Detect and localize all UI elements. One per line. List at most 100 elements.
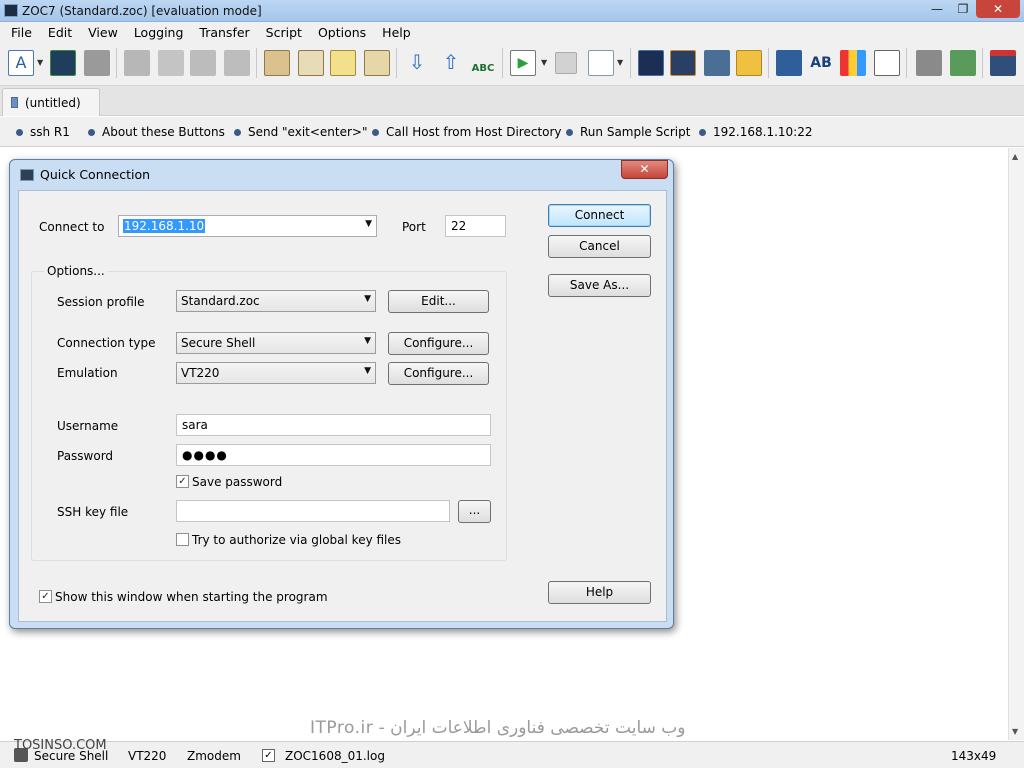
session-profile-select[interactable]: Standard.zoc ▼ (176, 290, 376, 312)
save-password-checkbox[interactable]: ✓ (176, 475, 189, 488)
minimize-button[interactable]: — (924, 0, 950, 18)
session-icon (11, 97, 18, 108)
tools-icon[interactable] (916, 50, 942, 76)
menu-transfer[interactable]: Transfer (191, 25, 257, 40)
userbutton-send-exit[interactable]: Send "exit<enter>" (234, 125, 368, 139)
userbutton-host[interactable]: 192.168.1.10:22 (699, 125, 812, 139)
userbutton-about[interactable]: About these Buttons (88, 125, 225, 139)
target-icon[interactable] (670, 50, 696, 76)
paste-icon[interactable] (264, 50, 290, 76)
show-window-checkbox[interactable]: ✓ (39, 590, 52, 603)
cancel-icon (158, 50, 184, 76)
bullet-icon (566, 128, 573, 136)
chevron-down-icon[interactable]: ▼ (364, 294, 371, 304)
userbutton-ssh-r1[interactable]: ssh R1 (16, 125, 70, 139)
port-field[interactable]: 22 (445, 215, 506, 237)
global-key-checkbox[interactable] (176, 533, 189, 546)
ssh-key-field[interactable] (176, 500, 450, 522)
userbutton-label: ssh R1 (30, 125, 70, 139)
chevron-down-icon[interactable]: ▼ (365, 219, 372, 229)
cancel-button[interactable]: Cancel (548, 235, 651, 258)
tab-label: (untitled) (25, 95, 81, 110)
save-as-button[interactable]: Save As... (548, 274, 651, 297)
keyboard-icon[interactable] (874, 50, 900, 76)
menu-logging[interactable]: Logging (126, 25, 192, 40)
emulation-label: Emulation (57, 366, 118, 380)
connect-to-combo[interactable]: 192.168.1.10 ▼ (118, 215, 377, 237)
vertical-scrollbar[interactable]: ▲ ▼ (1008, 148, 1024, 740)
screen-icon[interactable] (638, 50, 664, 76)
colors-icon[interactable] (840, 50, 866, 76)
download-icon[interactable]: ⇩ (404, 50, 430, 76)
logging-checkbox[interactable]: ✓ (262, 749, 275, 762)
edit-script-icon[interactable] (588, 50, 614, 76)
status-emulation: VT220 (128, 749, 167, 763)
connect-to-value: 192.168.1.10 (123, 219, 206, 233)
window-icon[interactable] (990, 50, 1016, 76)
terminal-icon[interactable] (704, 50, 730, 76)
chevron-down-icon[interactable]: ▼ (364, 366, 371, 376)
username-field[interactable]: sara (176, 414, 491, 436)
window-titlebar: ZOC7 (Standard.zoc) [evaluation mode] — … (0, 0, 1024, 22)
menu-view[interactable]: View (80, 25, 126, 40)
menu-help[interactable]: Help (374, 25, 419, 40)
toolbar: A ▼ ⇩ ⇧ ABC ▶ ▼ ▼ AB (0, 42, 1024, 86)
menu-bar: File Edit View Logging Transfer Script O… (0, 22, 1024, 42)
userbutton-label: 192.168.1.10:22 (713, 125, 813, 139)
bullet-icon (699, 128, 706, 136)
menu-options[interactable]: Options (310, 25, 374, 40)
userbutton-run-script[interactable]: Run Sample Script (566, 125, 690, 139)
font-size-icon[interactable]: AB (808, 50, 834, 76)
clipboard-icon[interactable] (298, 50, 324, 76)
menu-edit[interactable]: Edit (40, 25, 80, 40)
tab-untitled[interactable]: (untitled) (2, 88, 100, 116)
help-button[interactable]: Help (548, 581, 651, 604)
close-button[interactable]: ✕ (976, 0, 1020, 18)
window-title: ZOC7 (Standard.zoc) [evaluation mode] (22, 4, 262, 18)
bullet-icon (88, 128, 95, 136)
spellcheck-icon[interactable]: ABC (470, 50, 496, 76)
folder-icon[interactable] (736, 50, 762, 76)
status-size: 143x49 (951, 749, 997, 763)
chevron-down-icon[interactable]: ▼ (37, 58, 43, 67)
chevron-down-icon[interactable]: ▼ (541, 58, 547, 67)
chevron-down-icon[interactable]: ▼ (617, 58, 623, 67)
connect-button[interactable]: Connect (548, 204, 651, 227)
show-window-label: Show this window when starting the progr… (55, 590, 328, 604)
configure-emulation-button[interactable]: Configure... (388, 362, 489, 385)
settings-icon[interactable] (950, 50, 976, 76)
device-icon[interactable] (776, 50, 802, 76)
userbutton-label: Send "exit<enter>" (248, 125, 368, 139)
connection-type-select[interactable]: Secure Shell ▼ (176, 332, 376, 354)
scroll-up-icon[interactable]: ▲ (1012, 152, 1018, 161)
password-label: Password (57, 449, 114, 463)
chevron-down-icon[interactable]: ▼ (364, 336, 371, 346)
dialog-close-button[interactable]: ✕ (621, 160, 668, 179)
scroll-down-icon[interactable]: ▼ (1012, 727, 1018, 736)
emulation-select[interactable]: VT220 ▼ (176, 362, 376, 384)
tosinso-watermark: TOSINSO.COM (14, 738, 107, 753)
edit-button[interactable]: Edit... (388, 290, 489, 313)
configure-connection-button[interactable]: Configure... (388, 332, 489, 355)
menu-file[interactable]: File (3, 25, 40, 40)
userbutton-label: Call Host from Host Directory (386, 125, 562, 139)
save-password-label: Save password (192, 475, 283, 489)
close-session-icon (224, 50, 250, 76)
session-disabled-icon (84, 50, 110, 76)
password-field[interactable]: ●●●● (176, 444, 491, 466)
restore-button[interactable]: ❐ (950, 0, 976, 18)
menu-script[interactable]: Script (258, 25, 310, 40)
new-session-icon[interactable] (50, 50, 76, 76)
watermark-text: وب سایت تخصصی فناوری اطلاعات ایران - ITP… (310, 718, 686, 738)
font-icon[interactable]: A (8, 50, 34, 76)
notepad-icon[interactable] (330, 50, 356, 76)
upload-icon[interactable]: ⇧ (438, 50, 464, 76)
browse-button[interactable]: ... (458, 500, 491, 523)
play-icon[interactable]: ▶ (510, 50, 536, 76)
print-icon[interactable] (364, 50, 390, 76)
window-controls: — ❐ ✕ (924, 0, 1020, 18)
userbutton-call-host[interactable]: Call Host from Host Directory (372, 125, 562, 139)
connection-type-label: Connection type (57, 336, 156, 350)
tab-bar: (untitled) (0, 86, 1024, 116)
disconnect-icon (124, 50, 150, 76)
